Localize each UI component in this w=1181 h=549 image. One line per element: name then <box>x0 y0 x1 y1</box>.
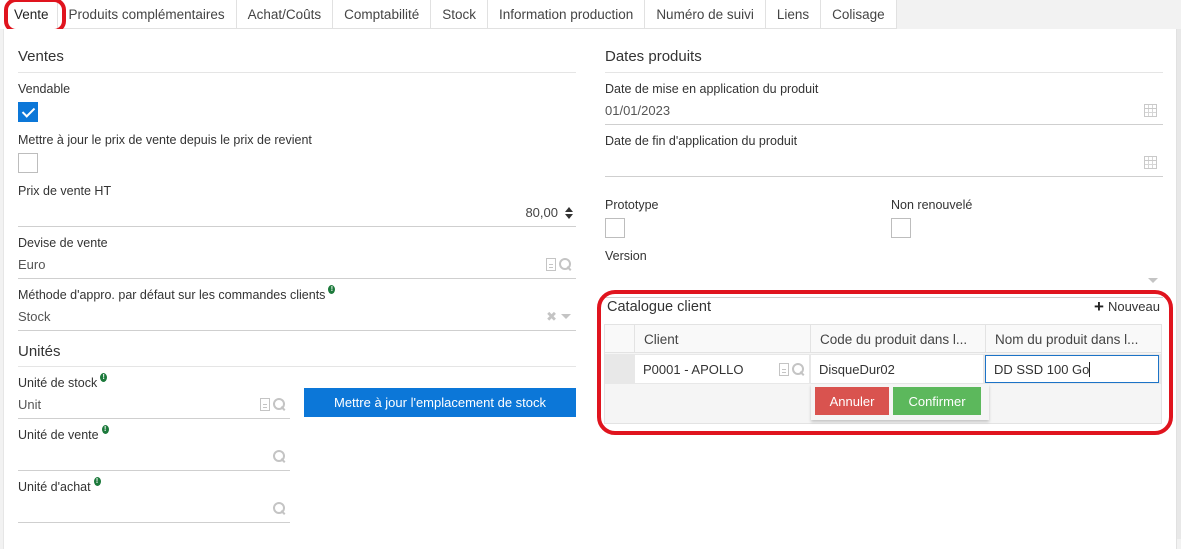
chevron-down-icon[interactable] <box>1148 278 1158 283</box>
new-catalogue-entry-button[interactable]: + Nouveau <box>1094 297 1160 316</box>
label-version: Version <box>605 248 647 263</box>
search-icon[interactable] <box>792 362 805 376</box>
row-selector[interactable] <box>605 354 634 384</box>
label-unite-vente: Unité de vente! <box>18 425 576 443</box>
date-start-value: 01/01/2023 <box>605 103 671 118</box>
scrollbar[interactable] <box>1177 29 1181 539</box>
label-date-end: Date de fin d'application du produit <box>605 133 798 148</box>
checkbox-non-renouvele[interactable] <box>891 218 911 238</box>
version-select[interactable] <box>605 264 1163 298</box>
product-name-value: DD SSD 100 Go <box>994 361 1090 377</box>
info-hint-icon[interactable]: ! <box>93 477 101 486</box>
confirm-button[interactable]: Confirmer <box>893 387 981 415</box>
document-icon[interactable] <box>546 258 556 271</box>
client-cell-input[interactable]: P0001 - APOLLO <box>635 355 809 383</box>
info-hint-icon[interactable]: ! <box>328 285 336 294</box>
search-icon[interactable] <box>559 258 572 271</box>
info-hint-icon[interactable]: ! <box>101 425 109 434</box>
search-icon[interactable] <box>273 450 286 463</box>
spinner-icon[interactable] <box>564 206 574 219</box>
document-icon[interactable] <box>779 362 789 376</box>
tab-achat-couts[interactable]: Achat/Coûts <box>236 0 334 29</box>
label-update-price: Mettre à jour le prix de vente depuis le… <box>18 132 312 147</box>
tab-panel-vente: Ventes Vendable Mettre à jour le prix de… <box>3 29 1177 549</box>
grid-header: Client Code du produit dans l... Nom du … <box>605 325 1161 353</box>
chevron-down-icon[interactable] <box>561 314 571 319</box>
label-unite-achat: Unité d'achat! <box>18 477 576 495</box>
calendar-icon[interactable] <box>1144 156 1157 169</box>
price-value: 80,00 <box>525 205 558 220</box>
row-edit-actions: Annuler Confirmer <box>811 384 989 420</box>
column-header-product-name[interactable]: Nom du produit dans l... <box>986 325 1161 353</box>
column-header-product-code[interactable]: Code du produit dans l... <box>811 325 986 353</box>
client-value: P0001 - APOLLO <box>643 361 744 377</box>
price-input[interactable]: 80,00 <box>18 199 576 227</box>
catalogue-grid: Client Code du produit dans l... Nom du … <box>604 324 1162 424</box>
tab-liens[interactable]: Liens <box>765 0 822 29</box>
checkbox-update-price[interactable] <box>18 153 38 173</box>
tab-produits-complementaires[interactable]: Produits complémentaires <box>57 0 237 29</box>
calendar-icon[interactable] <box>1144 104 1157 117</box>
label-methode: Méthode d'appro. par défaut sur les comm… <box>18 285 576 303</box>
purchase-unit-input[interactable] <box>18 495 290 523</box>
info-hint-icon[interactable]: ! <box>100 373 108 382</box>
supply-method-value: Stock <box>18 309 51 324</box>
section-title-ventes: Ventes <box>18 29 576 73</box>
label-date-start: Date de mise en application du produit <box>605 81 819 96</box>
plus-icon: + <box>1094 297 1104 316</box>
catalogue-title: Catalogue client <box>607 299 711 315</box>
tab-vente[interactable]: Vente <box>0 0 58 29</box>
currency-input[interactable]: Euro <box>18 251 576 279</box>
stock-unit-value: Unit <box>18 397 42 412</box>
section-title-dates: Dates produits <box>605 29 1163 73</box>
checkbox-prototype[interactable] <box>605 218 625 238</box>
product-code-cell-input[interactable]: DisqueDur02 <box>811 355 983 383</box>
search-icon[interactable] <box>273 398 286 411</box>
row-selector-header <box>605 325 635 353</box>
supply-method-select[interactable]: Stock ✖ <box>18 303 576 331</box>
tab-stock[interactable]: Stock <box>431 0 488 29</box>
currency-value: Euro <box>18 257 46 272</box>
product-code-value: DisqueDur02 <box>819 361 895 377</box>
tab-information-production[interactable]: Information production <box>487 0 646 29</box>
checkbox-vendable[interactable] <box>18 102 38 122</box>
left-column: Ventes Vendable Mettre à jour le prix de… <box>18 29 576 523</box>
tab-colisage[interactable]: Colisage <box>821 0 897 29</box>
search-icon[interactable] <box>273 502 286 515</box>
tab-bar: Vente Produits complémentaires Achat/Coû… <box>0 0 897 29</box>
right-column: Dates produits Date de mise en applicati… <box>605 29 1163 298</box>
text-cursor <box>1089 361 1091 377</box>
new-label: Nouveau <box>1107 299 1160 314</box>
cancel-button[interactable]: Annuler <box>815 387 889 415</box>
tab-comptabilite[interactable]: Comptabilité <box>333 0 432 29</box>
update-stock-location-button[interactable]: Mettre à jour l'emplacement de stock <box>304 388 576 417</box>
tab-numero-de-suivi[interactable]: Numéro de suivi <box>645 0 766 29</box>
column-header-client[interactable]: Client <box>635 325 811 353</box>
document-icon[interactable] <box>260 398 270 411</box>
table-row: P0001 - APOLLO DisqueDur02 DD SSD 100 Go <box>605 354 1161 384</box>
label-prototype: Prototype <box>605 197 659 212</box>
product-name-cell-input[interactable]: DD SSD 100 Go <box>985 355 1159 383</box>
sale-unit-input[interactable] <box>18 443 290 471</box>
stock-unit-input[interactable]: Unit <box>18 391 290 419</box>
date-end-input[interactable] <box>605 149 1163 177</box>
label-devise: Devise de vente <box>18 235 108 250</box>
label-vendable: Vendable <box>18 81 71 96</box>
clear-icon[interactable]: ✖ <box>546 309 557 325</box>
section-title-unites: Unités <box>18 331 576 367</box>
label-prix-vente: Prix de vente HT <box>18 183 112 198</box>
label-non-renouvele: Non renouvelé <box>891 197 973 212</box>
date-start-input[interactable]: 01/01/2023 <box>605 97 1163 125</box>
